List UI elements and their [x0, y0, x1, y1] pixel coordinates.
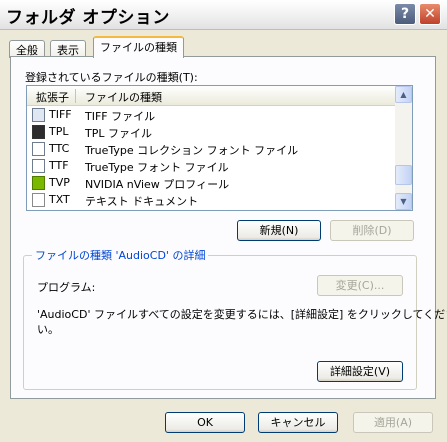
file-type-cell: テキスト ドキュメント	[85, 195, 199, 208]
apply-button[interactable]: 適用(A)	[353, 412, 433, 433]
column-header-file-type[interactable]: ファイルの種類	[85, 89, 162, 105]
list-item[interactable]: TVP NVIDIA nView プロフィール	[27, 175, 395, 191]
list-item[interactable]: TPL TPL ファイル	[27, 124, 395, 140]
file-types-list[interactable]: 拡張子 ファイルの種類 TIFF TIFF ファイル TPL TPL ファイル …	[26, 85, 413, 211]
list-header: 拡張子 ファイルの種類	[27, 86, 395, 106]
list-item[interactable]: TXT テキスト ドキュメント	[27, 192, 395, 208]
extension-cell: TIFF	[49, 108, 72, 121]
delete-button[interactable]: 削除(D)	[330, 220, 414, 241]
image-file-icon	[32, 108, 45, 122]
movie-file-icon	[32, 125, 45, 139]
font-file-icon	[32, 142, 45, 156]
scroll-thumb[interactable]	[395, 165, 412, 185]
close-icon: ✕	[424, 6, 436, 22]
change-button[interactable]: 変更(C)...	[317, 275, 403, 296]
extension-cell: TTC	[49, 142, 70, 155]
extension-cell: TPL	[49, 125, 69, 138]
extension-cell: TVP	[49, 176, 70, 189]
extension-cell: TXT	[49, 193, 70, 206]
cancel-button[interactable]: キャンセル	[258, 412, 338, 433]
title-bar: フォルダ オプション ? ✕	[0, 0, 447, 30]
chevron-up-icon: ▲	[400, 90, 407, 99]
file-type-cell: TPL ファイル	[85, 127, 152, 140]
text-file-icon	[32, 193, 45, 207]
details-description-line1: 'AudioCD' ファイルすべての設定を変更するには、[詳細設定] をクリック…	[37, 308, 447, 321]
list-item[interactable]: TIFF TIFF ファイル	[27, 107, 395, 123]
file-type-cell: TIFF ファイル	[85, 110, 156, 123]
details-group-title: ファイルの種類 'AudioCD' の詳細	[32, 247, 209, 263]
list-item[interactable]: TTF TrueType フォント ファイル	[27, 158, 395, 174]
column-divider[interactable]	[75, 89, 76, 103]
help-button[interactable]: ?	[394, 3, 416, 25]
ok-button[interactable]: OK	[165, 412, 245, 433]
file-types-label: 登録されているファイルの種類(T):	[25, 71, 198, 84]
extension-cell: TTF	[49, 159, 69, 172]
vertical-scrollbar[interactable]: ▲ ▼	[395, 86, 412, 210]
scroll-up-button[interactable]: ▲	[395, 86, 412, 103]
program-label: プログラム:	[37, 281, 96, 294]
help-icon: ?	[400, 6, 410, 22]
file-type-cell: TrueType コレクション フォント ファイル	[85, 144, 299, 157]
column-header-extension[interactable]: 拡張子	[36, 89, 69, 105]
close-button[interactable]: ✕	[419, 3, 441, 25]
tab-file-types[interactable]: ファイルの種類	[93, 36, 184, 58]
chevron-down-icon: ▼	[400, 197, 407, 206]
nvidia-file-icon	[32, 176, 45, 190]
file-type-cell: TrueType フォント ファイル	[85, 161, 229, 174]
details-description-line2: い。	[37, 323, 59, 336]
file-type-cell: NVIDIA nView プロフィール	[85, 178, 230, 191]
window-title: フォルダ オプション	[6, 8, 170, 28]
advanced-button[interactable]: 詳細設定(V)	[317, 361, 403, 382]
new-button[interactable]: 新規(N)	[237, 220, 321, 241]
font-file-icon	[32, 159, 45, 173]
scroll-down-button[interactable]: ▼	[395, 193, 412, 210]
list-item[interactable]: TTC TrueType コレクション フォント ファイル	[27, 141, 395, 157]
